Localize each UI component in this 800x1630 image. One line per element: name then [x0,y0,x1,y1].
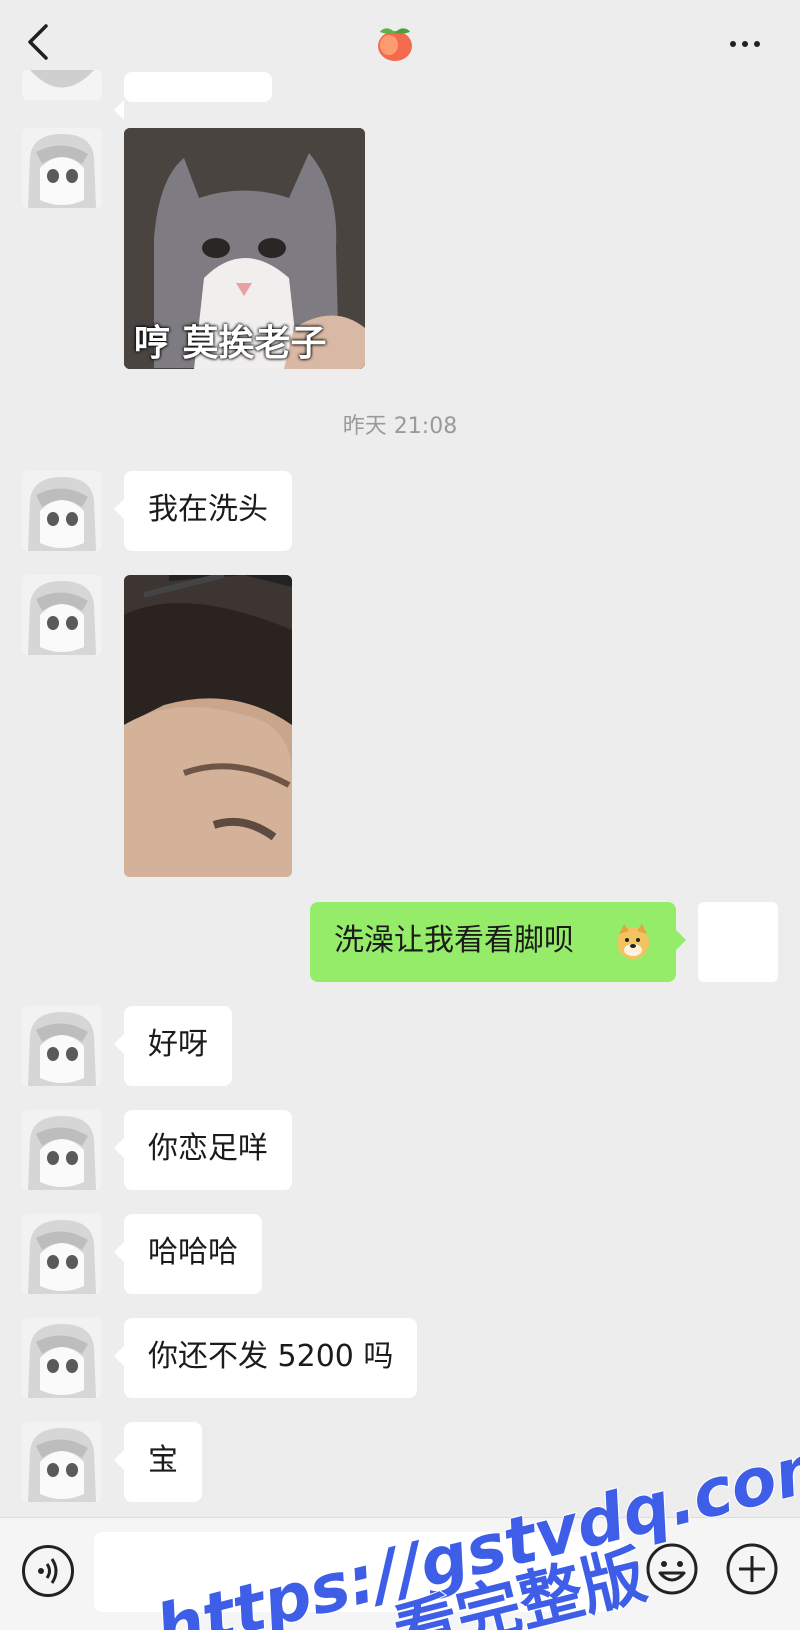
message-bubble[interactable]: 我在洗头 [114,471,292,551]
composer-bar [0,1517,800,1630]
sticker-caption: 哼 莫挨老子 [134,323,327,364]
message-bubble[interactable]: 哈哈哈 [114,1214,262,1294]
avatar[interactable] [22,1006,102,1086]
avatar[interactable] [22,1422,102,1502]
avatar[interactable] [22,128,102,208]
photo-message[interactable] [124,575,292,877]
more-horizontal-icon[interactable] [730,32,770,54]
message-text: 洗澡让我看看脚呗 [334,923,574,958]
doge-emoji-icon [617,924,649,959]
smile-icon[interactable] [645,1542,699,1596]
message-bubble[interactable]: 宝 [114,1422,202,1502]
top-bar [0,0,800,88]
peach-icon [378,28,412,61]
avatar[interactable] [22,1110,102,1190]
avatar[interactable] [22,575,102,655]
message-bubble[interactable]: 好呀 [114,1006,232,1086]
avatar[interactable] [22,1214,102,1294]
message-bubble[interactable]: 你恋足咩 [114,1110,292,1190]
message-input[interactable] [94,1532,624,1612]
self-avatar[interactable] [698,902,778,982]
cat-sticker-image[interactable]: 哼 莫挨老子 [124,128,365,369]
avatar[interactable] [22,70,102,100]
avatar[interactable] [22,1318,102,1398]
message-bubble-self[interactable]: 洗澡让我看看脚呗 [310,902,686,982]
plus-icon[interactable] [725,1542,779,1596]
avatar[interactable] [22,471,102,551]
message-timestamp: 昨天 21:08 [342,414,458,439]
voice-icon[interactable] [22,1545,74,1597]
message-bubble-partial [114,72,272,120]
message-bubble[interactable]: 你还不发 5200 吗 [113,1318,418,1398]
chevron-left-icon[interactable] [20,22,56,62]
